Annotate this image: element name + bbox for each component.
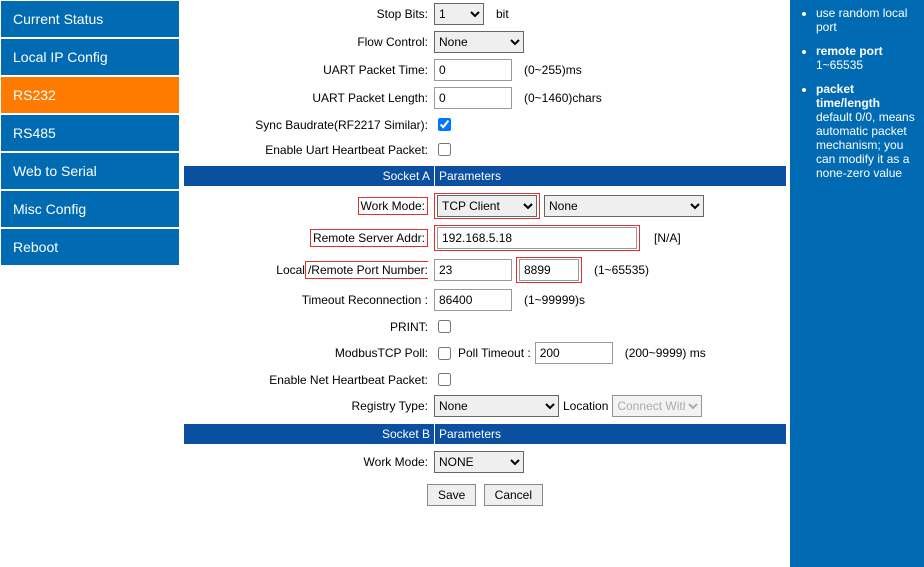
- socket-b-work-mode-label: Work Mode:: [184, 455, 434, 469]
- socket-a-header-right: Parameters: [434, 166, 786, 186]
- uart-pkt-time-label: UART Packet Time:: [184, 63, 434, 77]
- modbus-label: ModbusTCP Poll:: [184, 346, 434, 360]
- socket-a-header-left: Socket A: [184, 166, 434, 186]
- remote-addr-label-box: Remote Server Addr:: [310, 229, 428, 247]
- sidebar-item-reboot[interactable]: Reboot: [0, 228, 180, 266]
- help-item-2: remote port1~65535: [816, 44, 920, 72]
- timeout-input[interactable]: [434, 289, 512, 311]
- sidebar-item-rs485[interactable]: RS485: [0, 114, 180, 152]
- remote-addr-input-box: [434, 225, 640, 251]
- uart-pkt-time-hint: (0~255)ms: [524, 63, 582, 77]
- sync-baud-label: Sync Baudrate(RF2217 Similar):: [184, 118, 434, 132]
- timeout-label: Timeout Reconnection :: [184, 293, 434, 307]
- help-item-1: use random local port: [816, 6, 920, 34]
- uart-pkt-len-hint: (0~1460)chars: [524, 91, 602, 105]
- sidebar-item-web-to-serial[interactable]: Web to Serial: [0, 152, 180, 190]
- socket-a-header: Socket A Parameters: [184, 166, 786, 186]
- location-label: Location: [563, 399, 608, 413]
- socket-b-work-mode-select[interactable]: NONE: [434, 451, 524, 473]
- print-label: PRINT:: [184, 320, 434, 334]
- uart-pkt-time-input[interactable]: [434, 59, 512, 81]
- location-select: Connect With: [612, 395, 702, 417]
- modbus-checkbox[interactable]: [438, 347, 451, 360]
- save-button[interactable]: Save: [427, 484, 476, 506]
- button-row: Save Cancel: [184, 476, 786, 514]
- net-heartbeat-checkbox[interactable]: [438, 373, 451, 386]
- net-heartbeat-label: Enable Net Heartbeat Packet:: [184, 373, 434, 387]
- flow-control-select[interactable]: None: [434, 31, 524, 53]
- work-mode-select-box: TCP Client: [434, 193, 540, 219]
- stop-bits-unit: bit: [496, 7, 509, 21]
- uart-heartbeat-checkbox[interactable]: [438, 143, 451, 156]
- help-column: use random local port remote port1~65535…: [790, 0, 924, 567]
- uart-heartbeat-label: Enable Uart Heartbeat Packet:: [184, 143, 434, 157]
- uart-pkt-len-label: UART Packet Length:: [184, 91, 434, 105]
- remote-addr-input[interactable]: [437, 227, 637, 249]
- remote-port-input[interactable]: [519, 259, 579, 281]
- cancel-button[interactable]: Cancel: [484, 484, 543, 506]
- stop-bits-label: Stop Bits:: [184, 7, 434, 21]
- timeout-hint: (1~99999)s: [524, 293, 585, 307]
- socket-b-header: Socket B Parameters: [184, 424, 786, 444]
- remote-port-label-box: /Remote Port Number:: [305, 261, 428, 279]
- work-mode-label-box: Work Mode:: [358, 197, 428, 215]
- sidebar-item-current-status[interactable]: Current Status: [0, 0, 180, 38]
- main-form: Stop Bits: 1 bit Flow Control: None UART…: [180, 0, 790, 514]
- reg-type-label: Registry Type:: [184, 399, 434, 413]
- reg-type-select[interactable]: None: [434, 395, 559, 417]
- flow-control-label: Flow Control:: [184, 35, 434, 49]
- work-mode-select[interactable]: TCP Client: [437, 195, 537, 217]
- sidebar: Current Status Local IP Config RS232 RS4…: [0, 0, 180, 266]
- work-mode-sub-select[interactable]: None: [544, 195, 704, 217]
- sync-baud-checkbox[interactable]: [438, 118, 451, 131]
- local-port-input[interactable]: [434, 259, 512, 281]
- stop-bits-select[interactable]: 1: [434, 3, 484, 25]
- poll-timeout-label: Poll Timeout :: [458, 346, 531, 360]
- poll-timeout-input[interactable]: [535, 342, 613, 364]
- poll-timeout-hint: (200~9999) ms: [625, 346, 706, 360]
- local-port-label-prefix: Local: [276, 263, 305, 277]
- uart-pkt-len-input[interactable]: [434, 87, 512, 109]
- port-hint: (1~65535): [594, 263, 649, 277]
- sidebar-item-rs232[interactable]: RS232: [0, 76, 180, 114]
- sidebar-item-local-ip[interactable]: Local IP Config: [0, 38, 180, 76]
- sidebar-item-misc-config[interactable]: Misc Config: [0, 190, 180, 228]
- remote-addr-na: [N/A]: [654, 231, 681, 245]
- help-item-3: packet time/lengthdefault 0/0, means aut…: [816, 82, 920, 180]
- remote-port-input-box: [516, 257, 582, 283]
- print-checkbox[interactable]: [438, 320, 451, 333]
- socket-b-header-left: Socket B: [184, 424, 434, 444]
- socket-b-header-right: Parameters: [434, 424, 786, 444]
